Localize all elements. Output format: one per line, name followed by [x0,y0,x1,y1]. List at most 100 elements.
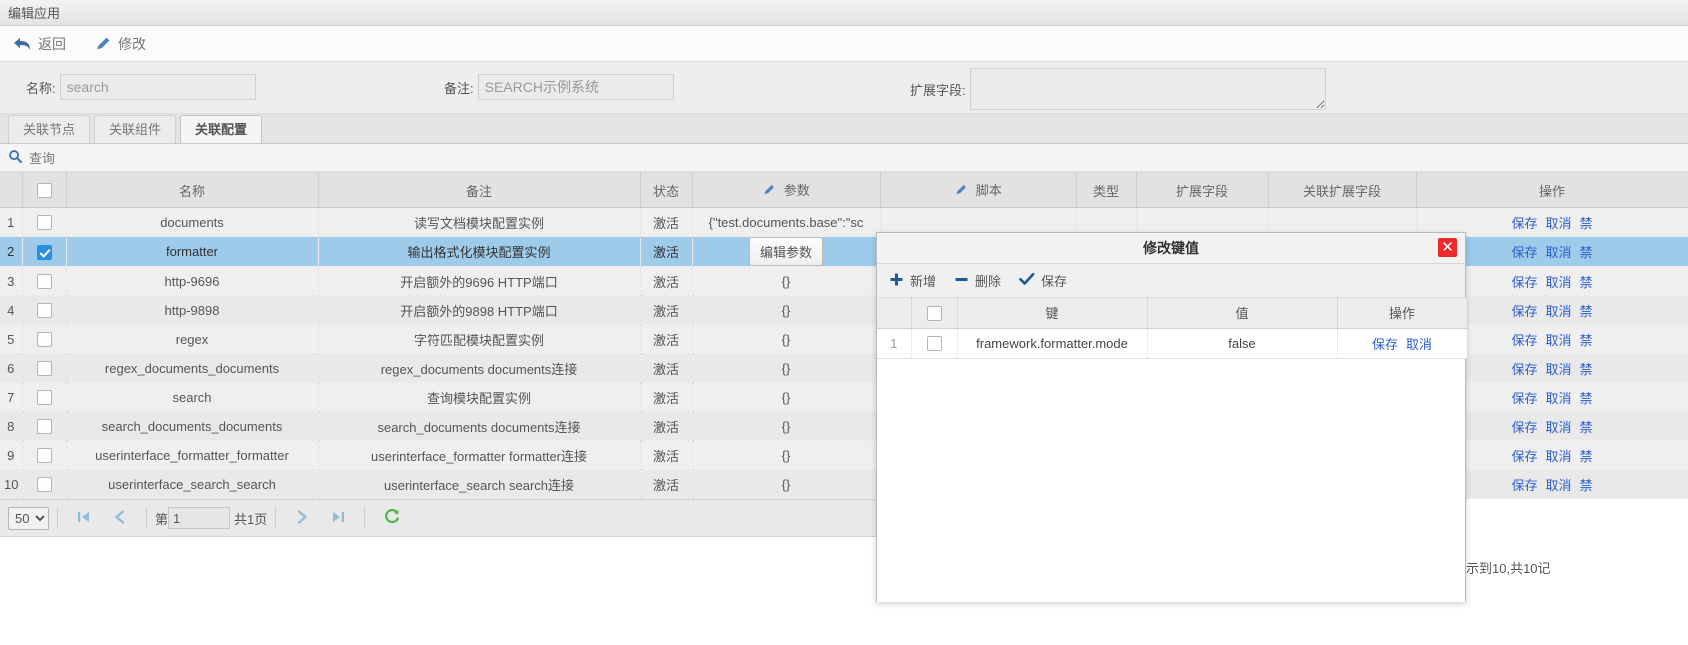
row-checkbox[interactable] [36,274,52,290]
th-relextfield[interactable]: 关联扩展字段 [1268,172,1417,208]
row-cancel-link[interactable]: 取消 [1545,330,1571,349]
row-checkbox[interactable] [36,303,52,319]
keyvalue-checkbox-cell[interactable] [911,328,958,359]
th-name[interactable]: 名称 [66,172,319,208]
keyvalue-row[interactable]: 1 framework.formatter.mode false 保存 取消 [877,328,1468,359]
first-page-button[interactable] [66,509,102,528]
row-checkbox[interactable] [36,215,52,231]
add-button[interactable]: 新增 [889,271,936,290]
row-checkbox-cell[interactable] [22,440,67,470]
last-page-button[interactable] [320,509,356,528]
th-status[interactable]: 状态 [640,172,693,208]
row-cancel-link[interactable]: 取消 [1545,272,1571,291]
row-save-link[interactable]: 保存 [1511,359,1537,378]
row-save-link[interactable]: 保存 [1511,330,1537,349]
ext-textarea[interactable] [969,68,1326,110]
row-save-link[interactable]: 保存 [1511,388,1537,407]
row-cancel-link[interactable]: 取消 [1545,388,1571,407]
row-disable-link[interactable]: 禁 [1580,388,1593,407]
keyvalue-key[interactable]: framework.formatter.mode [957,328,1148,359]
row-cancel-link[interactable]: 取消 [1545,359,1571,378]
tab-related-components[interactable]: 关联组件 [94,115,177,143]
row-checkbox[interactable] [926,336,942,352]
row-cancel-link[interactable]: 取消 [1545,475,1571,494]
row-cancel-link[interactable]: 取消 [1545,417,1571,436]
row-disable-link[interactable]: 禁 [1580,301,1593,320]
row-checkbox[interactable] [36,419,52,435]
row-save-link[interactable]: 保存 [1511,417,1537,436]
row-checkbox-cell[interactable] [22,469,67,499]
row-save-link[interactable]: 保存 [1511,242,1537,261]
select-all-checkbox[interactable] [926,305,942,321]
cell-params[interactable]: {} [692,353,881,383]
keyvalue-value[interactable]: false [1147,328,1338,359]
select-all-checkbox[interactable] [36,183,52,199]
row-checkbox[interactable] [36,448,52,464]
row-disable-link[interactable]: 禁 [1580,213,1593,232]
prev-page-button[interactable] [102,509,138,528]
query-button-label[interactable]: 查询 [29,148,55,167]
cell-params[interactable]: {"test.documents.base":"sc [692,207,881,237]
next-page-button[interactable] [284,509,320,528]
row-disable-link[interactable]: 禁 [1580,272,1593,291]
close-icon[interactable]: ✕ [1438,238,1457,257]
cell-params[interactable]: {} [692,440,881,470]
row-cancel-link[interactable]: 取消 [1545,446,1571,465]
cell-params[interactable]: 编辑参数 [692,236,881,267]
row-checkbox[interactable] [36,361,52,377]
page-size-select[interactable]: 50 [8,506,49,530]
th-extfield[interactable]: 扩展字段 [1136,172,1269,208]
cell-params[interactable]: {} [692,266,881,296]
row-disable-link[interactable]: 禁 [1580,330,1593,349]
cell-params[interactable]: {} [692,411,881,441]
row-checkbox-cell[interactable] [22,236,67,267]
row-disable-link[interactable]: 禁 [1580,359,1593,378]
name-input[interactable] [59,74,256,100]
row-disable-link[interactable]: 禁 [1580,242,1593,261]
edit-button[interactable]: 修改 [90,32,150,56]
row-save-link[interactable]: 保存 [1511,301,1537,320]
keyvalue-save-link[interactable]: 保存 [1372,334,1398,353]
tab-related-config[interactable]: 关联配置 [180,115,263,143]
row-checkbox-cell[interactable] [22,324,67,354]
tab-related-nodes[interactable]: 关联节点 [8,115,91,143]
edit-params-button[interactable]: 编辑参数 [748,237,823,266]
cell-params[interactable]: {} [692,469,881,499]
row-save-link[interactable]: 保存 [1511,475,1537,494]
th-remark[interactable]: 备注 [318,172,641,208]
mth-select-all[interactable] [911,298,958,329]
th-params[interactable]: 参数 [692,172,881,208]
th-select-all[interactable] [22,172,67,208]
row-disable-link[interactable]: 禁 [1580,475,1593,494]
row-checkbox[interactable] [36,332,52,348]
row-disable-link[interactable]: 禁 [1580,417,1593,436]
row-save-link[interactable]: 保存 [1511,446,1537,465]
cell-params[interactable]: {} [692,382,881,412]
row-checkbox-cell[interactable] [22,353,67,383]
back-button[interactable]: 返回 [8,32,70,56]
delete-button[interactable]: 删除 [954,271,1001,290]
row-checkbox-cell[interactable] [22,382,67,412]
row-save-link[interactable]: 保存 [1511,213,1537,232]
th-type[interactable]: 类型 [1076,172,1137,208]
cell-params[interactable]: {} [692,324,881,354]
row-disable-link[interactable]: 禁 [1580,446,1593,465]
row-cancel-link[interactable]: 取消 [1545,213,1571,232]
row-checkbox-cell[interactable] [22,411,67,441]
save-button[interactable]: 保存 [1019,271,1067,290]
row-cancel-link[interactable]: 取消 [1545,301,1571,320]
keyvalue-ops[interactable]: 保存 取消 [1337,328,1468,359]
row-checkbox[interactable] [36,390,52,406]
row-checkbox-cell[interactable] [22,295,67,325]
refresh-button[interactable] [373,508,411,529]
keyvalue-cancel-link[interactable]: 取消 [1406,334,1432,353]
row-save-link[interactable]: 保存 [1511,272,1537,291]
page-number-input[interactable] [168,507,231,529]
cell-params[interactable]: {} [692,295,881,325]
row-checkbox[interactable] [36,477,52,493]
row-checkbox[interactable] [36,244,52,260]
row-checkbox-cell[interactable] [22,207,67,237]
row-checkbox-cell[interactable] [22,266,67,296]
row-cancel-link[interactable]: 取消 [1545,242,1571,261]
remark-input[interactable] [477,74,674,100]
